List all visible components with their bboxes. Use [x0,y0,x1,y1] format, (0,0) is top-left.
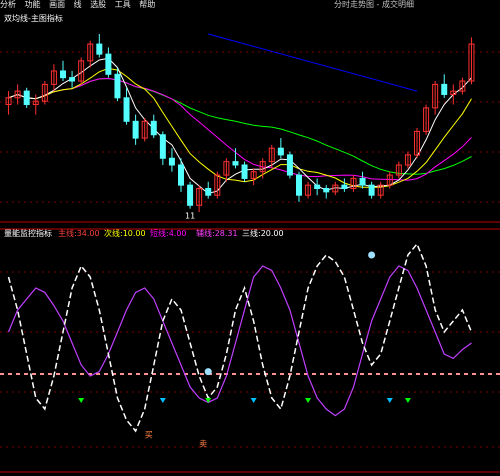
stock-chart-window: 双均线-主图指标 11 量能监控指标 主线:34.00 次线:10.00 短线:4.00 辅… [0,0,500,476]
candle-body [314,184,321,189]
candle-body [441,83,448,95]
background [0,0,500,476]
candle-body [178,164,184,186]
candle-body [241,164,248,179]
candle-body [277,147,284,156]
candle-body [114,73,121,99]
candle-body [359,177,366,186]
menu-right-text: 分时走势图 - 成交明细 [334,0,414,9]
buy-marker: 买 [145,431,153,440]
sell-marker: 卖 [199,439,207,448]
menu-item-analysis[interactable]: 分析 [0,0,16,9]
candle-body [132,120,139,139]
signal-dot [368,251,376,259]
legend-item: 三线:20.00 [242,228,284,238]
candle-body [286,154,293,176]
chart-canvas: 双均线-主图指标 11 量能监控指标 主线:34.00 次线:10.00 短线:4.00 辅… [0,0,500,476]
menu-item-select[interactable]: 选股 [90,0,106,9]
candle-body [205,187,212,196]
candle-body [123,97,130,122]
lower-panel-title: 量能监控指标 [4,228,52,238]
menu-item-view[interactable]: 画面 [49,0,65,9]
candle-body [296,174,302,196]
legend-item: 次线:10.00 [104,228,146,238]
candle-body [159,134,166,159]
legend-item: 辅线:28.31 [196,228,238,238]
candle-body [150,120,157,136]
menu-bar: 分析 功能 画面 线 选股 工具 帮助 分时走势图 - 成交明细 [0,0,500,10]
candle-body [23,90,30,106]
candle-body [368,184,375,196]
upper-panel-title: 双均线-主图指标 [4,13,63,23]
candle-body [168,157,175,166]
candle-body [232,161,239,166]
candle-body [60,70,66,79]
menu-item-line[interactable]: 线 [74,0,82,9]
signal-dot [204,368,212,376]
price-low-label: 11 [185,212,195,221]
candle-body [323,187,330,193]
menu-item-tools[interactable]: 工具 [115,0,131,9]
legend-item: 短线:4.00 [150,228,187,238]
menu-item-function[interactable]: 功能 [25,0,41,9]
candle-body [96,43,103,55]
candle-body [341,184,348,189]
candle-body [187,184,194,206]
candle-body [69,77,76,82]
menu-item-help[interactable]: 帮助 [139,0,155,9]
candle-body [105,53,112,75]
legend-item: 主线:34.00 [58,228,100,238]
